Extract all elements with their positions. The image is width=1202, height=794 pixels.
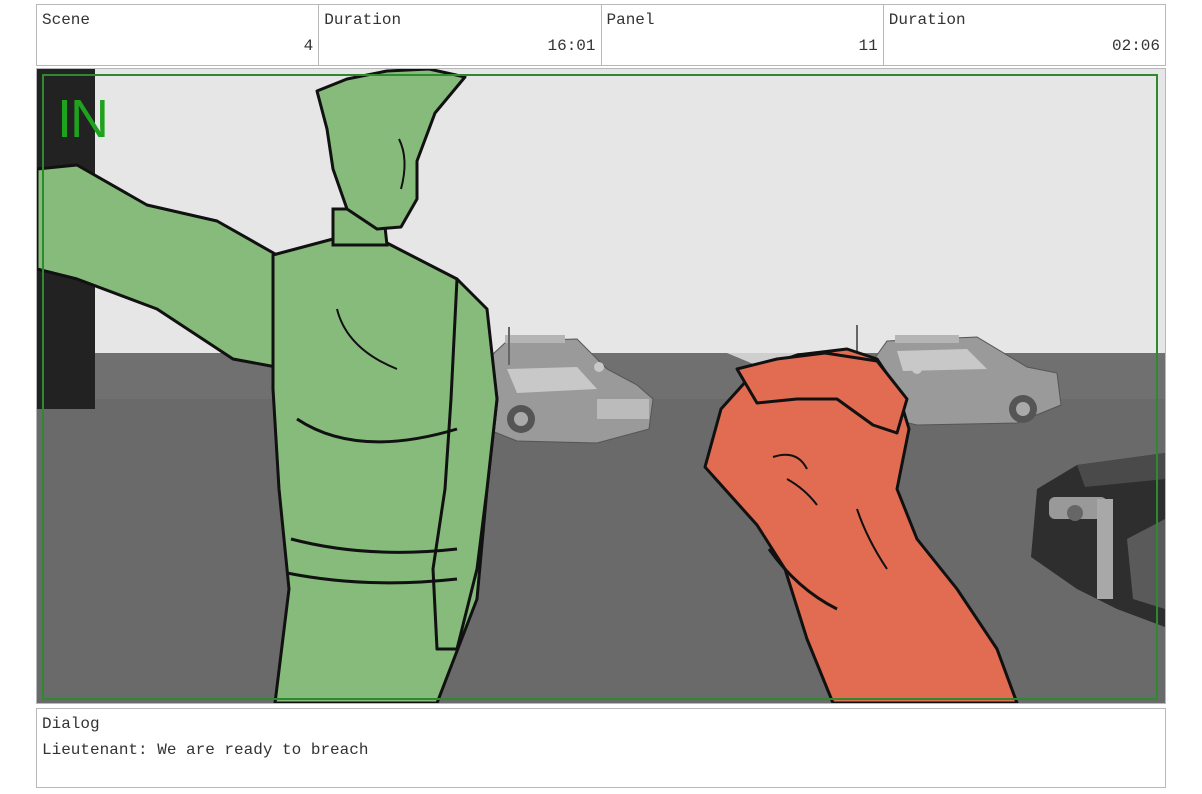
storyboard-panel[interactable]: IN [36, 68, 1166, 704]
scene-duration-cell: Duration 16:01 [319, 5, 602, 65]
panel-label: Panel [606, 11, 655, 29]
dialog-text[interactable]: Lieutenant: We are ready to breach [42, 741, 368, 759]
transition-in-marker: IN [57, 89, 109, 149]
panel-duration-value: 02:06 [1111, 37, 1160, 55]
scene-label: Scene [42, 11, 91, 29]
scene-cell: Scene 4 [37, 5, 320, 65]
scene-duration-value: 16:01 [547, 37, 596, 55]
dialog-box[interactable]: Dialog Lieutenant: We are ready to breac… [36, 708, 1166, 788]
panel-number: 11 [858, 37, 878, 55]
panel-info-header: Scene 4 Duration 16:01 Panel 11 Duration… [36, 4, 1166, 66]
panel-cell: Panel 11 [602, 5, 884, 65]
scene-duration-label: Duration [324, 11, 402, 29]
panel-duration-cell: Duration 02:06 [884, 5, 1165, 65]
dialog-label: Dialog [42, 715, 100, 733]
panel-duration-label: Duration [888, 11, 966, 29]
scene-number: 4 [303, 37, 314, 55]
storyboard-image [37, 69, 1165, 703]
